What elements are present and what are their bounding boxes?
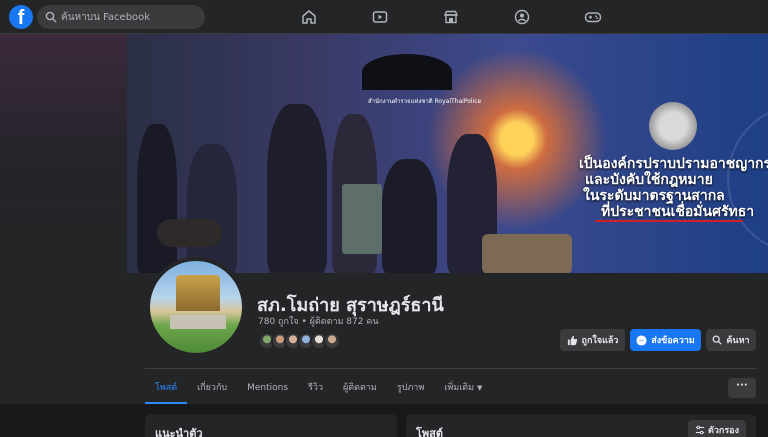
avatar-shrine [176,275,220,311]
gaming-icon[interactable] [582,6,604,28]
cover-crowd [482,234,572,273]
mutual-friends-avatars[interactable] [258,332,341,350]
page-search-label: ค้นหา [726,336,750,346]
slogan-line-2: และบังคับใช้กฎหมาย [585,172,713,188]
slogan-underline [595,220,743,222]
police-emblem [649,102,697,150]
liked-button-label: ถูกใจแล้ว [581,336,619,346]
cover-photo[interactable]: สำนักงานตำรวจแห่งชาติ RoyalThaiPolice เป… [127,34,768,273]
cover-parachute [362,54,452,90]
tab-more[interactable]: เพิ่มเติม ▼ [434,376,492,404]
page-search-button[interactable]: ค้นหา [706,329,756,351]
page-stats[interactable]: 780 ถูกใจ • ผู้ติดตาม 872 คน [258,314,379,328]
tab-more-label: เพิ่มเติม [444,383,475,393]
avatar-sign [170,315,226,329]
cover-motorbike [157,219,222,247]
more-options-button[interactable]: ··· [728,378,756,398]
marketplace-icon[interactable] [440,6,462,28]
cover-figure [267,104,327,273]
search-input[interactable] [61,5,201,29]
friend-avatar[interactable] [323,332,341,350]
cover-figure [382,159,437,273]
header-divider [145,368,757,369]
filter-icon [695,425,705,435]
send-message-button[interactable]: ส่งข้อความ [630,329,701,351]
top-navigation-bar: f [0,0,768,34]
slogan-line-1: เป็นองค์กรปราบปรามอาชญากรรม [579,156,768,172]
slogan-line-3: ในระดับมาตรฐานสากล [583,188,725,204]
intro-title: แนะนำตัว [155,427,203,437]
search-icon [712,335,723,345]
tab-posts[interactable]: โพสต์ [145,376,188,404]
search-icon [45,11,57,23]
thumbs-up-icon [567,335,577,345]
cover-figure [137,124,177,273]
cover-figure [187,144,237,273]
filter-label: ตัวกรอง [708,426,739,436]
cover-subtitle: สำนักงานตำรวจแห่งชาติ RoyalThaiPolice [368,98,482,105]
liked-button[interactable]: ถูกใจแล้ว [560,329,625,351]
tab-followers[interactable]: ผู้ติดตาม [333,376,387,404]
messenger-icon [636,334,647,346]
cover-truck [342,184,382,254]
tab-photos[interactable]: รูปภาพ [387,376,434,404]
home-icon[interactable] [298,6,320,28]
page-tabs: โพสต์ เกี่ยวกับ Mentions รีวิว ผู้ติดตาม… [145,376,492,404]
filter-button[interactable]: ตัวกรอง [688,420,746,437]
search-box[interactable] [37,5,205,29]
send-message-label: ส่งข้อความ [651,336,695,346]
caret-down-icon: ▼ [476,384,483,392]
cover-slogan: เป็นองค์กรปราบปรามอาชญากรรม และบังคับใช้… [579,156,768,220]
tab-reviews[interactable]: รีวิว [298,376,333,404]
slogan-line-4: ที่ประชาชนเชื่อมั่นศรัทธา [601,204,755,220]
intro-card: แนะนำตัว [145,414,397,437]
profile-avatar[interactable] [146,257,246,357]
groups-icon[interactable] [511,6,533,28]
tab-mentions[interactable]: Mentions [237,376,298,404]
posts-title: โพสต์ [416,427,444,437]
watch-icon[interactable] [369,6,391,28]
tab-about[interactable]: เกี่ยวกับ [187,376,237,404]
facebook-logo[interactable]: f [9,5,33,29]
